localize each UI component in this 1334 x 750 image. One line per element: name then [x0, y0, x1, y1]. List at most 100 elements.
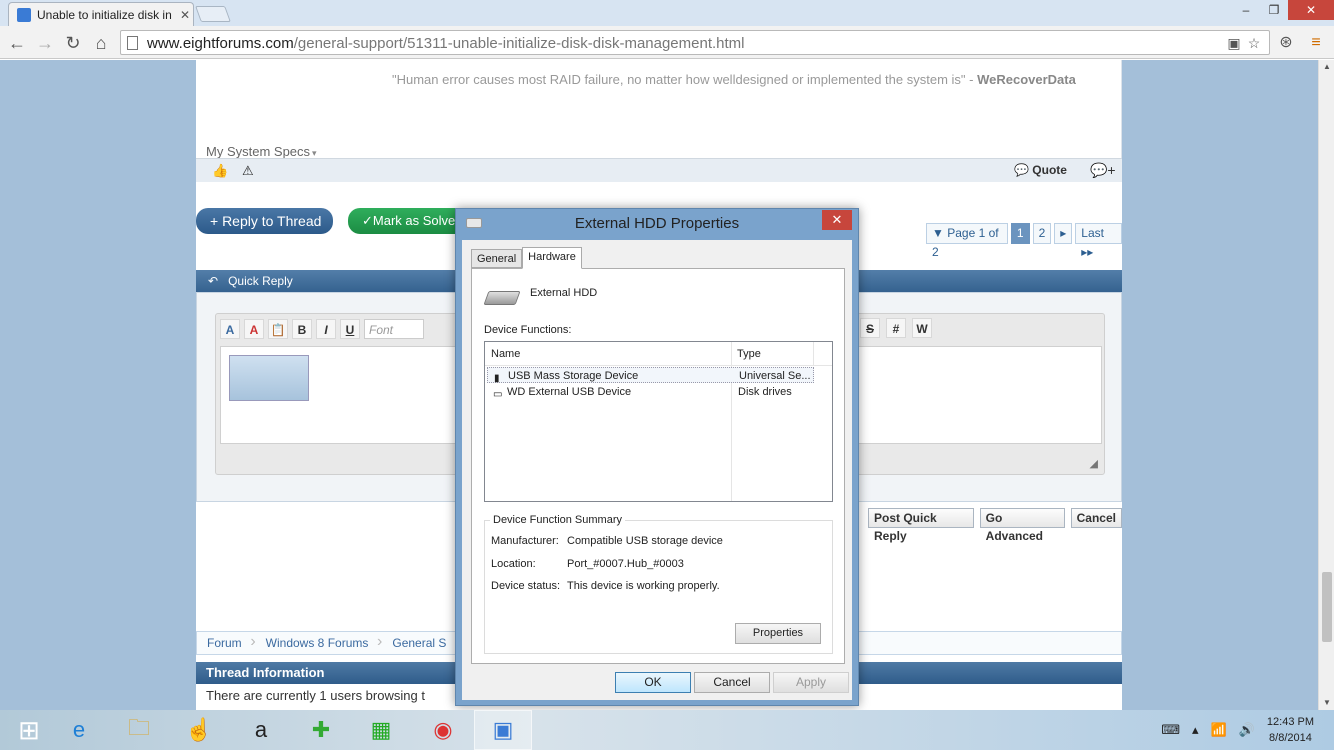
system-specs-toggle[interactable]: My System Specs — [206, 144, 317, 159]
list-item[interactable]: ▮ USB Mass Storage Device Universal Se..… — [487, 367, 814, 384]
page-1-link[interactable]: 1 — [1010, 223, 1030, 244]
reply-arrow-icon: ↶ — [208, 274, 219, 288]
chrome-icon[interactable]: ◉ — [414, 710, 472, 750]
device-status-value: This device is working properly. — [567, 580, 720, 592]
url-text[interactable]: www.eightforums.com/general-support/5131… — [147, 35, 745, 52]
breadcrumb-windows-8-forums[interactable]: Windows 8 Forums — [256, 633, 383, 651]
reply-to-thread-button[interactable]: + Reply to Thread — [196, 208, 333, 234]
go-advanced-button[interactable]: Go Advanced — [979, 508, 1065, 543]
next-page-button[interactable]: ▸ — [1054, 223, 1073, 244]
column-divider — [731, 342, 732, 501]
dialog-tabs: General Hardware — [471, 247, 582, 269]
volume-icon[interactable]: 🔊 — [1239, 722, 1255, 738]
thumbs-up-icon[interactable]: 👍 — [212, 163, 228, 179]
underline-icon[interactable]: U — [340, 319, 360, 339]
internet-explorer-icon[interactable]: e — [50, 710, 108, 750]
properties-button[interactable]: Properties — [735, 623, 821, 644]
browser-toolbar: ← → ↻ ⌂ www.eightforums.com/general-supp… — [0, 26, 1334, 59]
scroll-down-icon[interactable]: ▼ — [1319, 696, 1334, 710]
tab-close-icon[interactable]: ✕ — [177, 8, 193, 22]
location-label: Location: — [491, 558, 536, 570]
word-paste-icon[interactable]: W — [912, 318, 932, 338]
cancel-reply-button[interactable]: Cancel — [1070, 508, 1122, 528]
network-signal-icon[interactable]: 📶 — [1211, 722, 1227, 738]
bold-icon[interactable]: B — [292, 319, 312, 339]
window-close-button[interactable]: ✕ — [1288, 0, 1334, 20]
list-item[interactable]: ▭ WD External USB Device Disk drives — [487, 384, 814, 400]
breadcrumb-general-support[interactable]: General S — [382, 636, 460, 650]
resize-handle-icon[interactable]: ◢ — [1090, 457, 1098, 470]
new-tab-button[interactable] — [195, 6, 231, 22]
font-size-icon[interactable]: A — [220, 319, 240, 339]
cancel-button[interactable]: Cancel — [694, 672, 770, 693]
attached-screenshot-thumbnail[interactable] — [229, 355, 309, 401]
extension-icon[interactable]: ▣ — [1225, 35, 1243, 51]
tab-general[interactable]: General — [471, 249, 523, 268]
quote-button[interactable]: 💬 Quote — [1014, 163, 1067, 177]
apply-button[interactable]: Apply — [773, 672, 849, 693]
hard-drive-icon — [483, 291, 521, 305]
bookmark-star-icon[interactable]: ☆ — [1245, 35, 1263, 51]
store-icon[interactable]: ▦ — [352, 710, 410, 750]
ok-button[interactable]: OK — [615, 672, 691, 693]
restore-button[interactable]: ❐ — [1260, 0, 1288, 20]
report-warning-icon[interactable]: ⚠ — [242, 163, 254, 179]
chrome-menu-icon[interactable]: ≡ — [1306, 33, 1326, 53]
font-select[interactable]: Font — [364, 319, 424, 339]
page-of-dropdown[interactable]: ▼ Page 1 of 2 — [926, 223, 1008, 259]
last-page-button[interactable]: Last ▸▸ — [1075, 223, 1122, 259]
device-name: External HDD — [530, 287, 598, 299]
forward-arrow-icon[interactable]: → — [34, 32, 56, 54]
device-status-label: Device status: — [491, 580, 561, 592]
clock-time: 12:43 PM — [1266, 716, 1314, 728]
multi-quote-icon[interactable]: 💬+ — [1090, 162, 1116, 179]
page-scrollbar[interactable]: ▲ ▼ — [1318, 60, 1334, 710]
post-action-bar: 👍 ⚠ 💬 Quote 💬+ — [196, 158, 1122, 182]
editor-toolbar: A A 📋 B I U Font — [220, 318, 424, 340]
touch-app-icon[interactable]: ☝ — [170, 710, 228, 750]
breadcrumb-forum[interactable]: Forum — [197, 633, 256, 651]
mark-as-solved-button[interactable]: ✓Mark as Solved — [348, 208, 463, 234]
scroll-thumb[interactable] — [1322, 572, 1332, 642]
windows-taskbar: ⊞ e 🗀 ☝ a ✚ ▦ ◉ ▣ ⌨ ▴ 📶 🔊 12:43 PM 8/8/2… — [0, 710, 1334, 750]
file-explorer-icon[interactable]: 🗀 — [110, 710, 168, 750]
clock[interactable]: 12:43 PM 8/8/2014 — [1267, 714, 1314, 746]
page-2-link[interactable]: 2 — [1032, 223, 1052, 244]
hash-icon[interactable]: # — [886, 318, 906, 338]
strikethrough-icon[interactable]: S — [860, 318, 880, 338]
clock-date: 8/8/2014 — [1269, 732, 1312, 744]
game-app-icon[interactable]: ✚ — [292, 710, 350, 750]
home-icon[interactable]: ⌂ — [90, 32, 112, 54]
amazon-icon[interactable]: a — [232, 710, 290, 750]
device-settings-icon[interactable]: ▣ — [474, 710, 532, 750]
column-type[interactable]: Type — [737, 348, 761, 360]
column-name[interactable]: Name — [491, 348, 520, 360]
show-hidden-icons-icon[interactable]: ▴ — [1192, 722, 1199, 738]
reload-icon[interactable]: ↻ — [62, 32, 84, 54]
minimize-button[interactable]: – — [1232, 0, 1260, 20]
tab-hardware[interactable]: Hardware — [522, 247, 582, 269]
hdd-properties-dialog: External HDD Properties ✕ General Hardwa… — [455, 208, 859, 706]
browser-tab[interactable]: Unable to initialize disk in ✕ — [8, 2, 194, 26]
italic-icon[interactable]: I — [316, 319, 336, 339]
dialog-close-button[interactable]: ✕ — [822, 210, 852, 230]
extension-reel-icon[interactable]: ⊛ — [1276, 33, 1296, 53]
keyboard-icon[interactable]: ⌨ — [1161, 722, 1180, 738]
address-bar[interactable]: www.eightforums.com/general-support/5131… — [120, 30, 1270, 55]
paste-icon[interactable]: 📋 — [268, 319, 288, 339]
thread-information-text: There are currently 1 users browsing t — [206, 688, 425, 703]
forum-post: "Human error causes most RAID failure, n… — [196, 60, 1122, 182]
hardware-panel: External HDD Device Functions: Name Type… — [471, 268, 845, 664]
font-color-icon[interactable]: A — [244, 319, 264, 339]
device-function-summary: Device Function Summary Manufacturer: Co… — [484, 514, 833, 654]
site-favicon-icon — [17, 7, 31, 22]
tab-title: Unable to initialize disk in — [37, 7, 172, 22]
device-functions-label: Device Functions: — [484, 324, 572, 336]
scroll-up-icon[interactable]: ▲ — [1319, 60, 1334, 74]
back-arrow-icon[interactable]: ← — [6, 32, 28, 54]
dialog-body: General Hardware External HDD Device Fun… — [462, 240, 852, 700]
disk-drive-icon: ▭ — [493, 389, 503, 400]
dialog-title: External HDD Properties — [574, 215, 740, 232]
post-quick-reply-button[interactable]: Post Quick Reply — [868, 508, 974, 543]
device-functions-list[interactable]: Name Type ▮ USB Mass Storage Device Univ… — [484, 341, 833, 502]
